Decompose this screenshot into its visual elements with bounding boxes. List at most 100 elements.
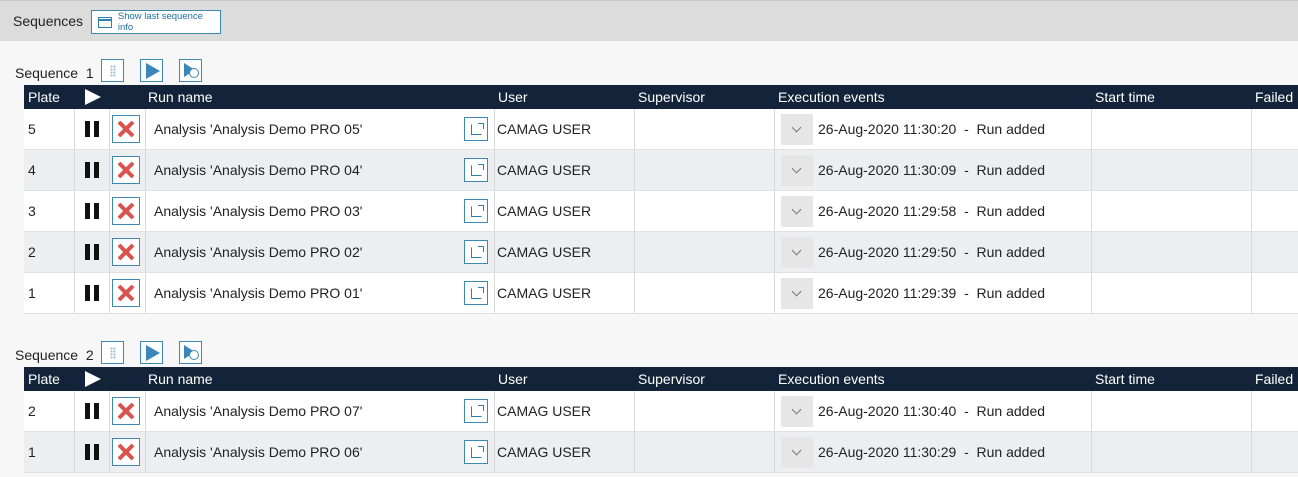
pause-icon[interactable]: [84, 162, 100, 178]
start-sequence-button[interactable]: [140, 59, 163, 82]
cell-divider: [145, 191, 146, 231]
pause-icon[interactable]: [84, 121, 100, 137]
open-run-button[interactable]: [464, 240, 488, 264]
cell-divider: [634, 150, 635, 190]
open-run-button[interactable]: [464, 199, 488, 223]
cell-divider: [74, 273, 75, 313]
cell-divider: [1091, 191, 1092, 231]
col-plate: Plate: [28, 89, 60, 105]
delete-run-button[interactable]: [112, 438, 140, 466]
col-failed: Failed: [1255, 89, 1294, 105]
start-sequence-button[interactable]: [140, 341, 163, 364]
pause-icon[interactable]: [84, 203, 100, 219]
cell-divider: [109, 391, 110, 431]
cell-divider: [494, 150, 495, 190]
col-run-name: Run name: [148, 371, 213, 387]
open-run-button[interactable]: [464, 440, 488, 464]
delete-run-button[interactable]: [112, 238, 140, 266]
cell-divider: [1091, 150, 1092, 190]
show-last-sequence-info-button[interactable]: Show last sequence info: [91, 10, 221, 34]
user-name: CAMAG USER: [497, 285, 592, 301]
sequence-header: Sequence 2: [0, 341, 400, 367]
open-run-button[interactable]: [464, 117, 488, 141]
delete-run-button[interactable]: [112, 397, 140, 425]
delete-run-button[interactable]: [112, 197, 140, 225]
open-run-button[interactable]: [464, 281, 488, 305]
execution-event: 26-Aug-2020 11:30:40 - Run added: [818, 403, 1046, 419]
run-name: Analysis 'Analysis Demo PRO 06': [154, 444, 363, 460]
col-supervisor: Supervisor: [638, 89, 705, 105]
window-icon: [98, 16, 112, 28]
user-name: CAMAG USER: [497, 121, 592, 137]
delete-run-button[interactable]: [112, 279, 140, 307]
user-name: CAMAG USER: [497, 162, 592, 178]
table-row: 5 Analysis 'Analysis Demo PRO 05' CAMAG …: [24, 109, 1298, 150]
plate-number: 2: [28, 403, 36, 419]
show-last-sequence-info-label: Show last sequence info: [117, 11, 203, 33]
sequence-number: 2: [85, 347, 94, 363]
open-run-button[interactable]: [464, 399, 488, 423]
cell-divider: [494, 391, 495, 431]
pause-icon[interactable]: [84, 444, 100, 460]
cell-divider: [1251, 191, 1252, 231]
expand-events-button[interactable]: [781, 396, 813, 427]
cell-divider: [109, 191, 110, 231]
open-run-button[interactable]: [464, 158, 488, 182]
cell-divider: [1251, 432, 1252, 472]
cell-divider: [494, 232, 495, 272]
sequence-number: 1: [85, 65, 94, 81]
cell-divider: [634, 391, 635, 431]
col-supervisor: Supervisor: [638, 371, 705, 387]
sequence-header: Sequence 1: [0, 59, 400, 85]
cell-divider: [634, 191, 635, 231]
cell-divider: [145, 432, 146, 472]
sequence-title: Sequence 1: [15, 65, 94, 81]
cell-divider: [109, 150, 110, 190]
clock-icon: [189, 350, 199, 360]
pause-icon[interactable]: [84, 244, 100, 260]
plate-number: 1: [28, 444, 36, 460]
pause-icon[interactable]: [84, 403, 100, 419]
expand-events-button[interactable]: [781, 437, 813, 468]
sequence-title: Sequence 2: [15, 347, 94, 363]
plate-number: 5: [28, 121, 36, 137]
reorder-button[interactable]: [101, 59, 124, 82]
cell-divider: [1091, 273, 1092, 313]
reorder-button[interactable]: [101, 341, 124, 364]
expand-events-button[interactable]: [781, 196, 813, 227]
user-name: CAMAG USER: [497, 403, 592, 419]
expand-events-button[interactable]: [781, 237, 813, 268]
run-name: Analysis 'Analysis Demo PRO 02': [154, 244, 363, 260]
col-execution-events: Execution events: [778, 89, 885, 105]
expand-events-button[interactable]: [781, 155, 813, 186]
cell-divider: [634, 232, 635, 272]
sequence-table: Plate Run name User Supervisor Execution…: [24, 85, 1298, 314]
cell-divider: [1091, 232, 1092, 272]
schedule-sequence-button[interactable]: [179, 341, 202, 364]
cell-divider: [109, 273, 110, 313]
delete-run-button[interactable]: [112, 156, 140, 184]
sequences-toolbar: Sequences Show last sequence info: [0, 0, 1298, 41]
run-name: Analysis 'Analysis Demo PRO 07': [154, 403, 363, 419]
cell-divider: [145, 391, 146, 431]
delete-run-button[interactable]: [112, 115, 140, 143]
expand-events-button[interactable]: [781, 278, 813, 309]
pause-icon[interactable]: [84, 285, 100, 301]
cell-divider: [494, 109, 495, 149]
expand-events-button[interactable]: [781, 114, 813, 145]
cell-divider: [1251, 150, 1252, 190]
col-plate: Plate: [28, 371, 60, 387]
table-row: 2 Analysis 'Analysis Demo PRO 02' CAMAG …: [24, 232, 1298, 273]
col-user: User: [498, 89, 528, 105]
cell-divider: [634, 273, 635, 313]
execution-event: 26-Aug-2020 11:29:39 - Run added: [818, 285, 1046, 301]
user-name: CAMAG USER: [497, 444, 592, 460]
table-row: 1 Analysis 'Analysis Demo PRO 06' CAMAG …: [24, 432, 1298, 473]
run-name: Analysis 'Analysis Demo PRO 01': [154, 285, 363, 301]
cell-divider: [1251, 273, 1252, 313]
execution-event: 26-Aug-2020 11:30:20 - Run added: [818, 121, 1046, 137]
table-header: Plate Run name User Supervisor Execution…: [24, 85, 1298, 109]
arrow-icon: [478, 246, 484, 252]
schedule-sequence-button[interactable]: [179, 59, 202, 82]
execution-event: 26-Aug-2020 11:30:29 - Run added: [818, 444, 1046, 460]
